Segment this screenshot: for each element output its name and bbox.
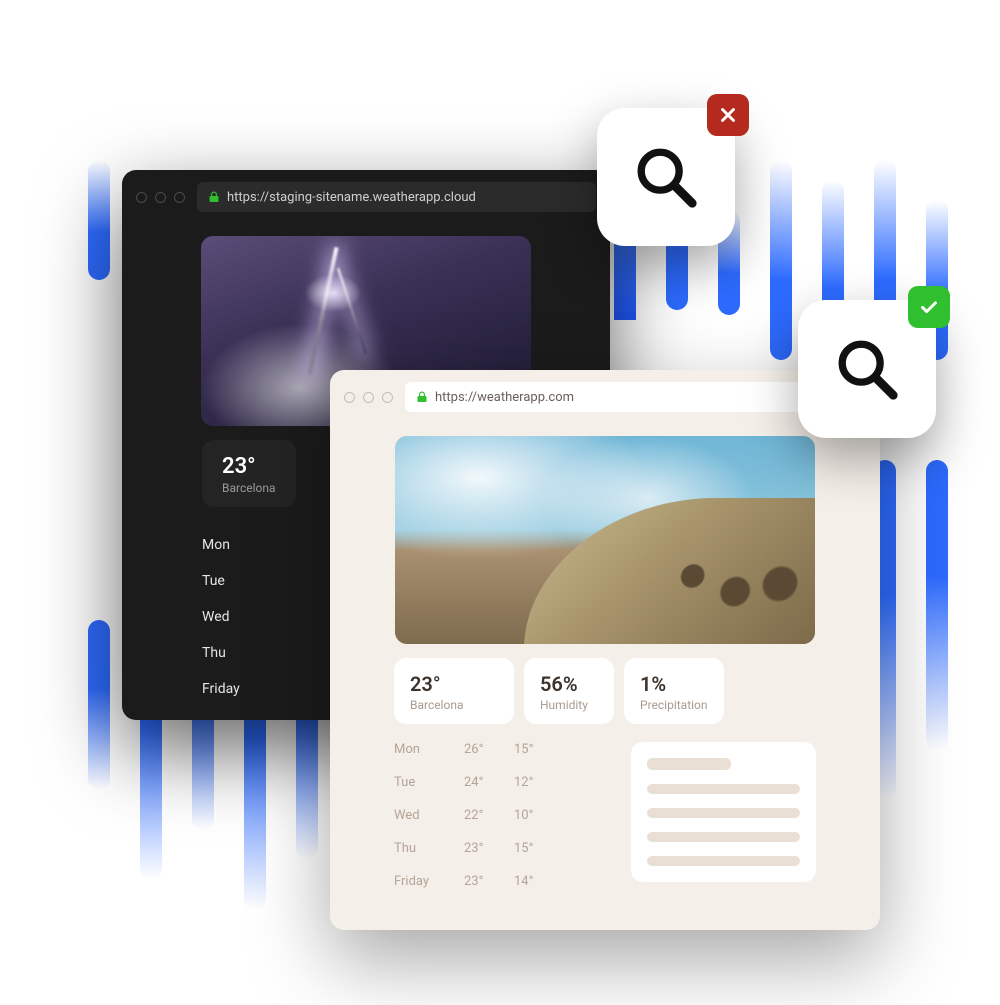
- forecast-day: Mon: [394, 742, 464, 757]
- browser-window-production: https://weatherapp.com 23° Barcelona 56%…: [330, 370, 880, 930]
- window-control-dot[interactable]: [363, 392, 374, 403]
- temperature-value: 23°: [222, 454, 276, 479]
- forecast-low: 10°: [514, 808, 554, 823]
- forecast-row[interactable]: Wed 22° 10°: [394, 808, 611, 823]
- stat-value: 56%: [540, 672, 598, 696]
- forecast-high: 23°: [464, 874, 514, 889]
- url-text: https://staging-sitename.weatherapp.clou…: [227, 190, 476, 205]
- window-controls[interactable]: [344, 392, 393, 403]
- search-badge-allowed: [798, 300, 936, 438]
- forecast-high: 22°: [464, 808, 514, 823]
- weather-card: 23° Barcelona: [202, 440, 296, 507]
- stat-card-temperature: 23° Barcelona: [394, 658, 514, 724]
- url-text: https://weatherapp.com: [435, 390, 574, 405]
- lock-icon: [417, 391, 427, 403]
- window-control-dot[interactable]: [174, 192, 185, 203]
- hero-image-barcelona: [395, 436, 815, 644]
- lock-icon: [209, 191, 219, 203]
- stat-value: 23°: [410, 672, 498, 696]
- forecast-day: Friday: [394, 874, 464, 889]
- address-bar[interactable]: https://weatherapp.com: [405, 382, 866, 412]
- stat-label: Humidity: [540, 698, 598, 712]
- skeleton-line: [647, 832, 800, 842]
- forecast-row[interactable]: Mon 26° 15°: [394, 742, 611, 757]
- check-icon: [908, 286, 950, 328]
- forecast-high: 26°: [464, 742, 514, 757]
- forecast-row[interactable]: Friday 23° 14°: [394, 874, 611, 889]
- window-control-dot[interactable]: [136, 192, 147, 203]
- forecast-high: 24°: [464, 775, 514, 790]
- stat-card-precipitation: 1% Precipitation: [624, 658, 724, 724]
- stat-label: Precipitation: [640, 698, 708, 712]
- browser-chrome: https://staging-sitename.weatherapp.clou…: [122, 170, 610, 224]
- x-icon: [707, 94, 749, 136]
- side-card: [631, 742, 816, 882]
- skeleton-line: [647, 856, 800, 866]
- window-control-dot[interactable]: [344, 392, 355, 403]
- forecast-low: 15°: [514, 742, 554, 757]
- stat-label: Barcelona: [410, 698, 498, 712]
- window-controls[interactable]: [136, 192, 185, 203]
- stats-row: 23° Barcelona 56% Humidity 1% Precipitat…: [394, 658, 816, 724]
- address-bar[interactable]: https://staging-sitename.weatherapp.clou…: [197, 182, 596, 212]
- search-icon: [631, 142, 701, 212]
- forecast-high: 23°: [464, 841, 514, 856]
- search-badge-blocked: [597, 108, 735, 246]
- forecast-low: 15°: [514, 841, 554, 856]
- window-control-dot[interactable]: [382, 392, 393, 403]
- forecast-list: Mon 26° 15° Tue 24° 12° Wed 22° 10° Thu …: [394, 742, 611, 889]
- forecast-low: 12°: [514, 775, 554, 790]
- forecast-row[interactable]: Tue 24° 12°: [394, 775, 611, 790]
- forecast-day: Wed: [394, 808, 464, 823]
- search-icon: [832, 334, 902, 404]
- forecast-day: Tue: [394, 775, 464, 790]
- skeleton-line: [647, 808, 800, 818]
- stat-value: 1%: [640, 672, 708, 696]
- forecast-row[interactable]: Thu 23° 15°: [394, 841, 611, 856]
- skeleton-line: [647, 784, 800, 794]
- forecast-day: Thu: [394, 841, 464, 856]
- location-label: Barcelona: [222, 481, 276, 495]
- skeleton-line: [647, 758, 731, 770]
- forecast-low: 14°: [514, 874, 554, 889]
- stat-card-humidity: 56% Humidity: [524, 658, 614, 724]
- window-control-dot[interactable]: [155, 192, 166, 203]
